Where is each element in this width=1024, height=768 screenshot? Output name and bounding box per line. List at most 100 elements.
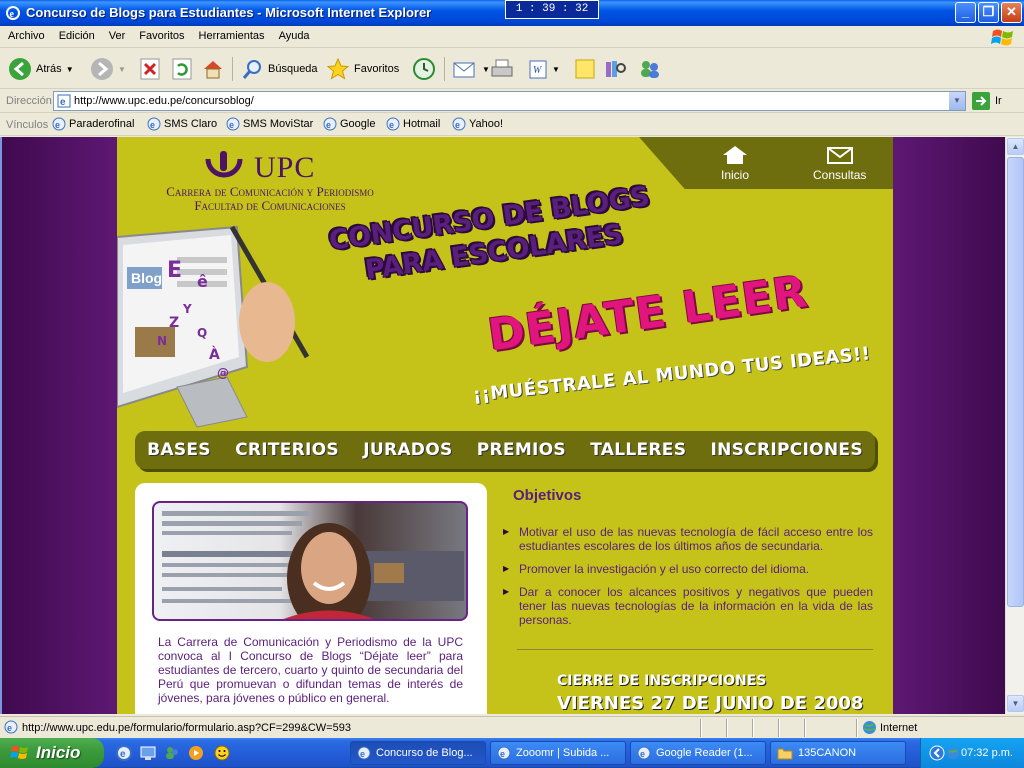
menu-archivo[interactable]: Archivo [0, 26, 51, 42]
svg-text:e: e [455, 120, 460, 130]
mail-dropdown-icon[interactable]: ▼ [482, 65, 490, 74]
svg-text:e: e [55, 120, 60, 130]
title-bar[interactable]: e Concurso de Blogs para Estudiantes - M… [0, 0, 1024, 26]
link-yahoo[interactable]: e Yahoo! [452, 117, 503, 131]
envelope-icon [826, 147, 853, 164]
menu-herramientas[interactable]: Herramientas [191, 26, 271, 42]
scroll-thumb[interactable] [1007, 157, 1024, 607]
vertical-scrollbar[interactable]: ▲ ▼ [1005, 137, 1024, 714]
link-paraderofinal[interactable]: e Paraderofinal [52, 117, 134, 131]
mail-icon [453, 62, 475, 78]
edit-button[interactable]: W ▼ [528, 55, 560, 83]
print-button[interactable] [490, 55, 514, 83]
quicklaunch-desktop-icon[interactable] [140, 745, 156, 761]
link-sms-movistar[interactable]: e SMS MoviStar [226, 117, 313, 131]
quicklaunch-messenger-icon[interactable] [164, 745, 180, 761]
nav-inscripciones[interactable]: INSCRIPCIONES [710, 440, 862, 460]
divider [517, 649, 873, 650]
nav-premios[interactable]: PREMIOS [477, 440, 566, 460]
quicklaunch-media-icon[interactable] [188, 745, 204, 761]
close-button[interactable]: ✕ [1001, 2, 1022, 23]
stop-button[interactable] [140, 55, 160, 83]
research-button[interactable] [604, 55, 628, 83]
link-sms-claro[interactable]: e SMS Claro [147, 117, 217, 131]
status-separator [804, 719, 806, 737]
nav-bases[interactable]: BASES [147, 440, 211, 460]
svg-text:Blog: Blog [131, 270, 162, 286]
mail-button[interactable]: ▼ [452, 55, 490, 83]
search-button[interactable]: Búsqueda [242, 55, 318, 83]
nav-talleres[interactable]: TALLERES [590, 440, 686, 460]
task-google-reader[interactable]: e Google Reader (1... [630, 741, 766, 765]
window-title: Concurso de Blogs para Estudiantes - Mic… [26, 5, 432, 20]
scroll-up-arrow-icon[interactable]: ▲ [1007, 138, 1024, 155]
status-separator [752, 719, 754, 737]
tray-clock[interactable]: 07:32 p.m. [961, 747, 1013, 759]
svg-text:e: e [10, 9, 15, 20]
status-separator [700, 719, 702, 737]
stop-icon [140, 58, 160, 80]
status-separator [856, 719, 858, 737]
objective-item: Motivar el uso de las nuevas tecnología … [503, 525, 873, 553]
forward-button[interactable]: ▼ [90, 55, 126, 83]
address-dropdown-icon[interactable]: ▼ [949, 92, 965, 110]
upc-logo-icon[interactable] [203, 147, 245, 187]
svg-text:N: N [157, 334, 167, 348]
favorites-button[interactable]: Favoritos [326, 55, 399, 83]
task-zooomr[interactable]: e Zooomr | Subida ... [490, 741, 626, 765]
svg-text:e: e [229, 120, 234, 130]
svg-text:e: e [640, 749, 645, 759]
ie-task-icon: e [357, 746, 371, 760]
network-icon[interactable] [945, 745, 961, 761]
quicklaunch-smiley-icon[interactable] [214, 745, 230, 761]
edit-dropdown-icon[interactable]: ▼ [552, 65, 560, 74]
ie-page-icon: e [52, 117, 66, 131]
standard-toolbar: Atrás ▼ ▼ Búsqueda Favoritos ▼ W ▼ [0, 49, 1024, 89]
student-photo-illustration [162, 511, 464, 619]
go-button[interactable]: Ir [972, 92, 1002, 110]
messenger-button[interactable] [638, 55, 662, 83]
task-135canon[interactable]: 135CANON [770, 741, 906, 765]
nav-contact-link[interactable]: Consultas [813, 145, 866, 182]
svg-text:@: @ [217, 366, 229, 380]
maximize-button[interactable]: ❐ [978, 2, 999, 23]
back-dropdown-icon[interactable]: ▼ [66, 65, 74, 74]
slogan-main: DÉJATE LEER [485, 266, 811, 362]
address-input[interactable]: e http://www.upc.edu.pe/concursoblog/ ▼ [53, 91, 966, 111]
forward-dropdown-icon[interactable]: ▼ [118, 65, 126, 74]
svg-text:Q: Q [197, 326, 207, 340]
quicklaunch-ie-icon[interactable]: e [116, 745, 132, 761]
minimize-button[interactable]: _ [955, 2, 976, 23]
forward-arrow-icon [91, 58, 113, 80]
brand-name: UPC [254, 151, 316, 184]
nav-criterios[interactable]: CRITERIOS [235, 440, 339, 460]
scroll-down-arrow-icon[interactable]: ▼ [1007, 695, 1024, 712]
discuss-button[interactable] [574, 55, 596, 83]
menu-ver[interactable]: Ver [101, 26, 132, 42]
browser-window: e Concurso de Blogs para Estudiantes - M… [0, 0, 1024, 768]
tray-chevron-icon[interactable] [929, 745, 945, 761]
svg-text:e: e [360, 749, 365, 759]
menu-edicion[interactable]: Edición [51, 26, 101, 42]
career-line-2: Facultad de Comunicaciones [194, 198, 346, 213]
back-button[interactable]: Atrás ▼ [8, 55, 74, 83]
start-button[interactable]: Inicio [0, 738, 104, 768]
menu-favoritos[interactable]: Favoritos [131, 26, 190, 42]
search-label: Búsqueda [268, 63, 318, 75]
home-button[interactable] [202, 55, 224, 83]
refresh-button[interactable] [172, 55, 192, 83]
link-google[interactable]: e Google [323, 117, 375, 131]
link-hotmail[interactable]: e Hotmail [386, 117, 440, 131]
status-separator [778, 719, 780, 737]
go-label: Ir [995, 95, 1002, 107]
nav-jurados[interactable]: JURADOS [363, 440, 452, 460]
menu-ayuda[interactable]: Ayuda [271, 26, 316, 42]
refresh-icon [172, 58, 192, 80]
status-url: http://www.upc.edu.pe/formulario/formula… [22, 722, 351, 734]
main-nav: BASES CRITERIOS JURADOS PREMIOS TALLERES… [135, 431, 875, 469]
history-button[interactable] [412, 55, 436, 83]
nav-home-link[interactable]: Inicio [721, 145, 749, 182]
status-page-icon: e [4, 720, 18, 734]
task-concurso[interactable]: e Concurso de Blog... [350, 741, 486, 765]
student-photo [152, 501, 468, 621]
